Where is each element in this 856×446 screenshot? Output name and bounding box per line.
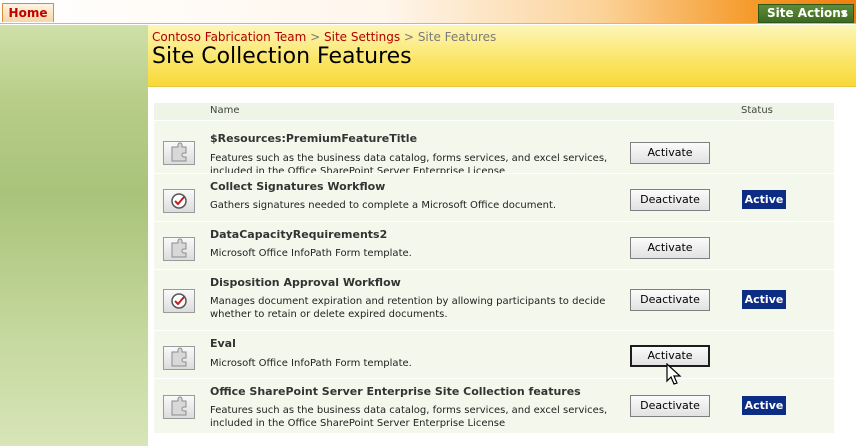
status-badge: Active bbox=[742, 290, 786, 309]
features-table: Name Status $Resources:PremiumFeatureTit… bbox=[154, 103, 834, 433]
chevron-down-icon: ▼ bbox=[840, 9, 847, 18]
column-header-status: Status bbox=[741, 105, 773, 116]
status-badge: Active bbox=[742, 190, 786, 209]
workflow-icon bbox=[163, 289, 195, 313]
feature-row: Collect Signatures Workflow Gathers sign… bbox=[154, 173, 834, 221]
deactivate-button[interactable]: Deactivate bbox=[630, 189, 710, 211]
breadcrumb-link-site-settings[interactable]: Site Settings bbox=[324, 30, 400, 44]
puzzle-icon bbox=[163, 395, 195, 419]
home-tab[interactable]: Home bbox=[2, 3, 54, 22]
feature-description: Gathers signatures needed to complete a … bbox=[210, 200, 557, 211]
feature-row: Disposition Approval Workflow Manages do… bbox=[154, 269, 834, 330]
activate-button[interactable]: Activate bbox=[630, 237, 710, 259]
puzzle-icon bbox=[163, 237, 195, 261]
feature-description: Microsoft Office InfoPath Form template. bbox=[210, 358, 412, 369]
feature-description: Features such as the business data catal… bbox=[210, 405, 608, 429]
puzzle-icon bbox=[163, 141, 195, 165]
feature-name: $Resources:PremiumFeatureTitle bbox=[210, 132, 418, 145]
feature-row: DataCapacityRequirements2 Microsoft Offi… bbox=[154, 221, 834, 269]
top-bar: Home Site Actions ▼ bbox=[0, 0, 856, 24]
feature-name: Collect Signatures Workflow bbox=[210, 180, 386, 193]
site-actions-label: Site Actions bbox=[767, 6, 848, 20]
feature-description: Microsoft Office InfoPath Form template. bbox=[210, 248, 412, 259]
status-badge: Active bbox=[742, 396, 786, 415]
table-header: Name Status bbox=[154, 103, 834, 120]
feature-row: Office SharePoint Server Enterprise Site… bbox=[154, 378, 834, 433]
puzzle-icon bbox=[163, 346, 195, 370]
breadcrumb-separator: > bbox=[310, 30, 321, 44]
breadcrumb-link-team[interactable]: Contoso Fabrication Team bbox=[152, 30, 306, 44]
page-title: Site Collection Features bbox=[152, 44, 412, 69]
feature-name: Disposition Approval Workflow bbox=[210, 276, 401, 289]
breadcrumb-current: Site Features bbox=[417, 30, 497, 44]
feature-name: Office SharePoint Server Enterprise Site… bbox=[210, 385, 581, 398]
deactivate-button[interactable]: Deactivate bbox=[630, 289, 710, 311]
mouse-cursor-icon bbox=[666, 362, 684, 387]
site-actions-menu[interactable]: Site Actions ▼ bbox=[758, 4, 854, 23]
feature-row: $Resources:PremiumFeatureTitle Features … bbox=[154, 120, 834, 177]
breadcrumb: Contoso Fabrication Team > Site Settings… bbox=[152, 30, 496, 44]
deactivate-button[interactable]: Deactivate bbox=[630, 395, 710, 417]
feature-description: Manages document expiration and retentio… bbox=[210, 296, 606, 320]
activate-button[interactable]: Activate bbox=[630, 142, 710, 164]
feature-row: Eval Microsoft Office InfoPath Form temp… bbox=[154, 330, 834, 378]
feature-name: DataCapacityRequirements2 bbox=[210, 228, 388, 241]
workflow-icon bbox=[163, 189, 195, 213]
main-content: Name Status $Resources:PremiumFeatureTit… bbox=[148, 88, 856, 446]
feature-name: Eval bbox=[210, 337, 236, 350]
left-navigation-panel bbox=[0, 25, 148, 446]
title-area: Contoso Fabrication Team > Site Settings… bbox=[148, 25, 856, 87]
breadcrumb-separator: > bbox=[403, 30, 414, 44]
column-header-name: Name bbox=[210, 105, 240, 116]
